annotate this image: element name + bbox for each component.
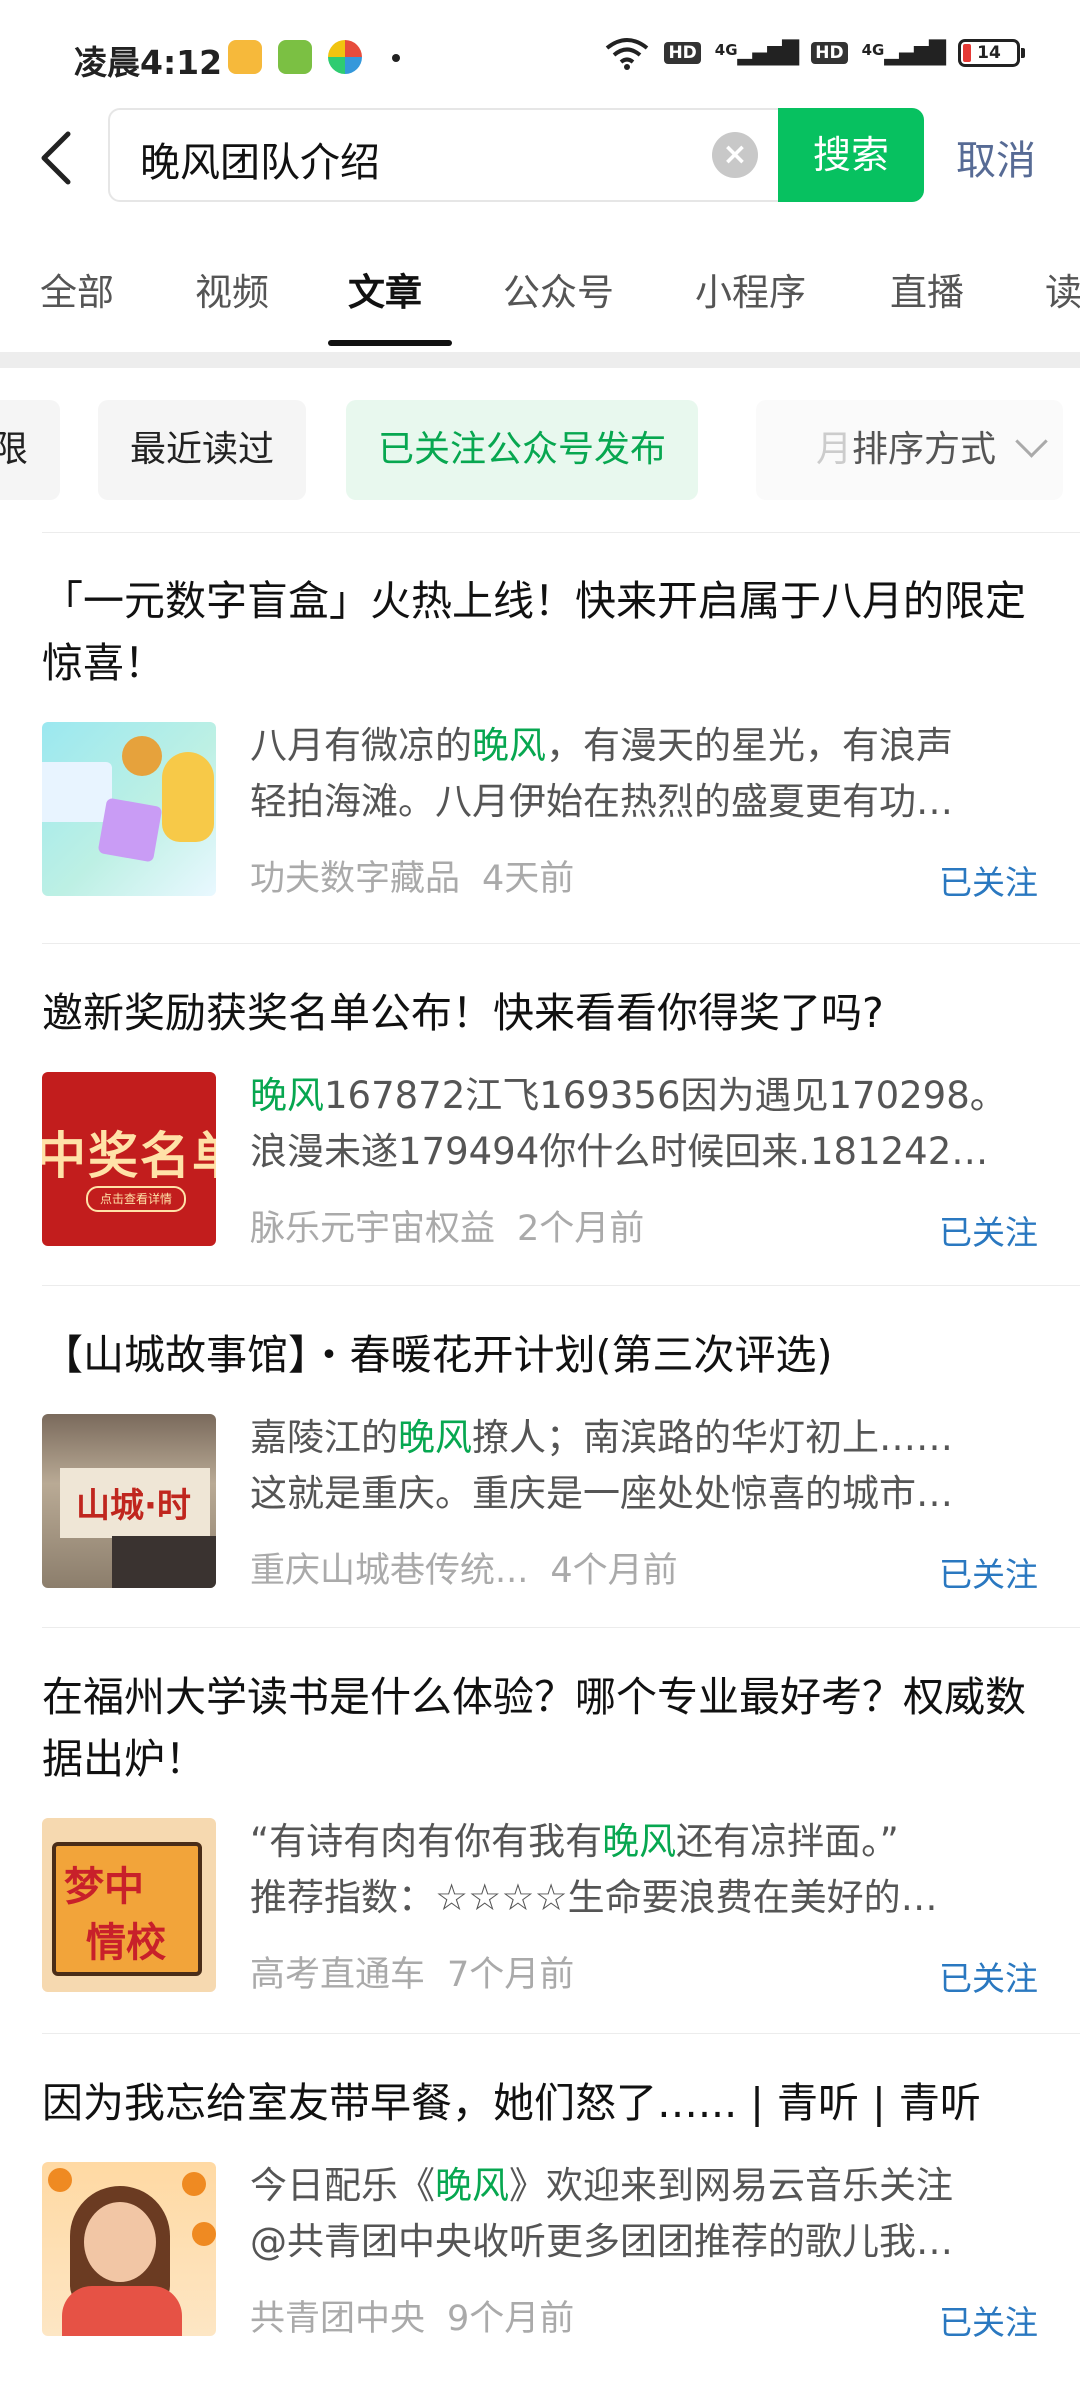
article-title[interactable]: 因为我忘给室友带早餐，她们怒了…... | 青听 | 青听 — [42, 2072, 1038, 2134]
article-time: 2个月前 — [517, 1209, 645, 1249]
followed-badge: 已关注 — [939, 863, 1038, 902]
article-title[interactable]: 邀新奖励获奖名单公布！快来看看你得奖了吗? — [42, 982, 1038, 1044]
status-icons: HD 4G▂▄▆█ HD 4G▂▄▆█ 14 — [604, 36, 1025, 70]
article-time: 9个月前 — [447, 2299, 575, 2339]
clock: 凌晨4:12 — [74, 43, 223, 82]
tab-video[interactable]: 视频 — [195, 262, 269, 316]
tab-read[interactable]: 读 — [1045, 262, 1080, 316]
article-title[interactable]: 「一元数字盲盒」火热上线！快来开启属于八月的限定惊喜！ — [42, 570, 1038, 694]
divider — [42, 943, 1080, 944]
back-arrow-icon[interactable] — [34, 128, 78, 188]
article-title[interactable]: 在福州大学读书是什么体验？哪个专业最好考？权威数据出炉！ — [42, 1666, 1038, 1790]
article-snippet: 今日配乐《晚风》欢迎来到网易云音乐关注 @共青团中央收听更多团团推荐的歌儿我… — [250, 2164, 953, 2263]
article-time: 7个月前 — [447, 1955, 575, 1995]
article-snippet: 嘉陵江的晚风撩人；南滨路的华灯初上…… 这就是重庆。重庆是一座处处惊喜的城市… — [250, 1416, 953, 1515]
divider — [42, 2033, 1080, 2034]
article-item[interactable]: 邀新奖励获奖名单公布！快来看看你得奖了吗? 中奖名单 点击查看详情 晚风1678… — [42, 982, 1038, 1252]
android-app-icon — [278, 40, 312, 74]
highlight-keyword: 晚风 — [250, 1074, 324, 1117]
article-item[interactable]: 在福州大学读书是什么体验？哪个专业最好考？权威数据出炉！ 梦中 情校 “有诗有肉… — [42, 1666, 1038, 1998]
thumbnail-text: 山城·时 — [76, 1486, 191, 1526]
article-snippet: “有诗有肉有你有我有晚风还有凉拌面。” 推荐指数：☆☆☆☆生命要浪费在美好的… — [250, 1820, 938, 1919]
highlight-keyword: 晚风 — [602, 1820, 677, 1863]
network-type-label: 4G — [861, 40, 885, 59]
status-bar: 凌晨4:12 HD 4G▂▄▆█ HD 4G▂▄▆█ 14 — [0, 0, 1080, 96]
followed-badge: 已关注 — [939, 2303, 1038, 2342]
article-item[interactable]: 「一元数字盲盒」火热上线！快来开启属于八月的限定惊喜！ 八月有微凉的晚风，有漫天… — [42, 570, 1038, 902]
colorful-app-icon — [328, 40, 362, 74]
thumbnail-button: 点击查看详情 — [86, 1186, 186, 1212]
article-thumbnail[interactable]: 中奖名单 点击查看详情 — [42, 1072, 216, 1246]
wifi-icon — [606, 38, 649, 70]
followed-badge: 已关注 — [939, 1555, 1038, 1594]
hd-badge: HD — [811, 42, 848, 64]
thumbnail-text: 情校 — [86, 1920, 166, 1966]
thumbnail-text: 中奖名单 — [42, 1127, 216, 1185]
thumbnail-text: 梦中 — [64, 1864, 144, 1910]
cancel-button[interactable]: 取消 — [956, 128, 1036, 186]
sort-label: 排序方式 — [852, 429, 997, 470]
article-thumbnail[interactable]: 梦中 情校 — [42, 1818, 216, 1992]
article-source: 脉乐元宇宙权益 2个月前 — [250, 1209, 645, 1249]
search-query[interactable]: 晚风团队介绍 — [140, 130, 380, 188]
article-source: 共青团中央 9个月前 — [250, 2299, 575, 2339]
article-item[interactable]: 因为我忘给室友带早餐，她们怒了…... | 青听 | 青听 今日配乐《晚风》欢迎… — [42, 2072, 1038, 2342]
section-separator — [0, 352, 1080, 368]
divider — [42, 1627, 1080, 1628]
article-source: 高考直通车 7个月前 — [250, 1955, 575, 1995]
sort-hint: 月 — [816, 429, 853, 470]
followed-badge: 已关注 — [939, 1213, 1038, 1252]
highlight-keyword: 晚风 — [398, 1416, 472, 1459]
filter-chip-followed-accounts[interactable]: 已关注公众号发布 — [346, 400, 699, 500]
sort-dropdown[interactable]: 月排序方式 — [756, 400, 1064, 500]
hd-badge: HD — [664, 42, 701, 64]
highlight-keyword: 晚风 — [435, 2164, 509, 2207]
active-tab-indicator — [328, 340, 452, 346]
article-item[interactable]: 【山城故事馆】・春暖花开计划(第三次评选) 山城·时 嘉陵江的晚风撩人；南滨路的… — [42, 1324, 1038, 1594]
article-thumbnail[interactable] — [42, 722, 216, 896]
tab-all[interactable]: 全部 — [40, 262, 114, 316]
notes-app-icon — [228, 40, 262, 74]
chevron-down-icon — [1015, 425, 1048, 458]
followed-badge: 已关注 — [939, 1959, 1038, 1998]
filter-bar: 限 最近读过 已关注公众号发布 月排序方式 — [0, 400, 1080, 506]
signal-icon: 4G▂▄▆█ — [861, 40, 946, 66]
tab-official-accounts[interactable]: 公众号 — [503, 262, 614, 316]
article-source: 功夫数字藏品 4天前 — [250, 859, 575, 899]
tab-bar: 全部 视频 文章 公众号 小程序 直播 读 — [0, 240, 1080, 350]
article-snippet: 八月有微凉的晚风，有漫天的星光，有浪声 轻拍海滩。八月伊始在热烈的盛夏更有功… — [250, 724, 953, 823]
tab-articles[interactable]: 文章 — [348, 262, 422, 316]
article-thumbnail[interactable]: 山城·时 — [42, 1414, 216, 1588]
divider — [42, 532, 1080, 533]
battery-icon: 14 — [958, 39, 1025, 67]
filter-chip-time-limit[interactable]: 限 — [0, 400, 61, 500]
article-title[interactable]: 【山城故事馆】・春暖花开计划(第三次评选) — [42, 1324, 1038, 1386]
clear-icon[interactable]: × — [712, 132, 758, 178]
article-thumbnail[interactable] — [42, 2162, 216, 2336]
signal-icon: 4G▂▄▆█ — [714, 40, 799, 66]
search-button[interactable]: 搜索 — [778, 108, 924, 202]
article-time: 4天前 — [482, 859, 575, 899]
article-snippet: 晚风167872江飞169356因为遇见170298。 浪漫未遂179494你什… — [250, 1074, 1007, 1173]
article-time: 4个月前 — [550, 1551, 678, 1591]
network-type-label: 4G — [714, 40, 738, 59]
highlight-keyword: 晚风 — [472, 724, 546, 767]
tab-live[interactable]: 直播 — [890, 262, 964, 316]
tab-mini-programs[interactable]: 小程序 — [695, 262, 806, 316]
notification-dot-icon — [392, 54, 400, 62]
article-source: 重庆山城巷传统... 4个月前 — [250, 1551, 678, 1591]
divider — [42, 1285, 1080, 1286]
filter-chip-recently-read[interactable]: 最近读过 — [98, 400, 307, 500]
